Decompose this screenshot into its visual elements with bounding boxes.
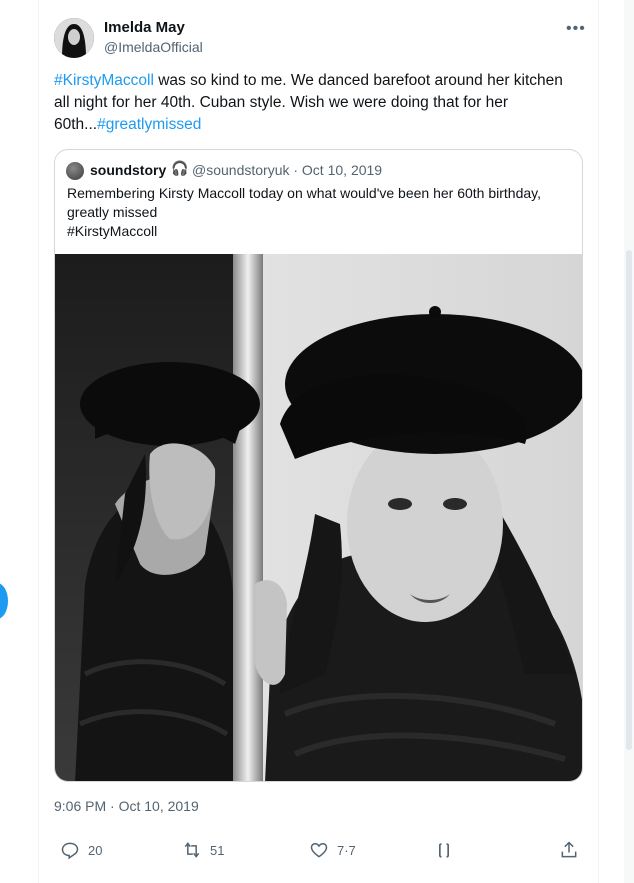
reply-icon [61, 842, 79, 860]
share-button[interactable] [559, 840, 579, 860]
scrollbar-thumb[interactable] [626, 250, 632, 750]
author-handle[interactable]: @ImeldaOfficial [104, 39, 203, 55]
retweet-icon [184, 842, 200, 858]
reply-button[interactable]: 20 [60, 840, 102, 860]
retweet-button[interactable]: 51 [182, 840, 224, 860]
bookmark-button[interactable] [434, 840, 454, 860]
like-count: 7·7 [337, 842, 356, 858]
like-icon [310, 842, 328, 858]
bookmark-icon [439, 843, 449, 858]
hashtag-link[interactable]: #KirstyMaccoll [54, 72, 154, 89]
quote-text: Remembering Kirsty Maccoll today on what… [67, 184, 572, 241]
more-icon[interactable]: ••• [566, 20, 586, 38]
quote-photo[interactable] [55, 254, 583, 782]
like-button[interactable]: 7·7 [309, 840, 356, 860]
quote-text-line: #KirstyMaccoll [67, 223, 158, 239]
quote-text-line: Remembering Kirsty Maccoll today on what… [67, 185, 541, 201]
frame-left-border [38, 0, 39, 883]
tweet-text: #KirstyMaccoll was so kind to me. We dan… [54, 70, 574, 136]
hashtag-link[interactable]: #greatlymissed [97, 116, 201, 133]
avatar[interactable] [54, 18, 94, 58]
author-name[interactable]: Imelda May [104, 19, 185, 36]
quote-text-line: greatly missed [67, 204, 158, 220]
quote-author-name[interactable]: soundstory [90, 162, 166, 178]
headphone-icon: 🎧 [171, 160, 189, 176]
retweet-count: 51 [210, 842, 225, 858]
reply-count: 20 [88, 842, 103, 858]
quote-handle-date[interactable]: @soundstoryuk · Oct 10, 2019 [192, 162, 382, 178]
quote-tweet-card[interactable]: soundstory 🎧 @soundstoryuk · Oct 10, 201… [54, 149, 583, 782]
action-bar: 20 51 7·7 [54, 840, 584, 870]
side-floating-button[interactable] [0, 583, 8, 619]
tweet-timestamp[interactable]: 9:06 PM · Oct 10, 2019 [54, 798, 199, 814]
avatar-image [54, 18, 94, 58]
quote-avatar[interactable] [66, 162, 84, 180]
share-icon [561, 841, 577, 858]
frame-right-border [598, 0, 599, 883]
